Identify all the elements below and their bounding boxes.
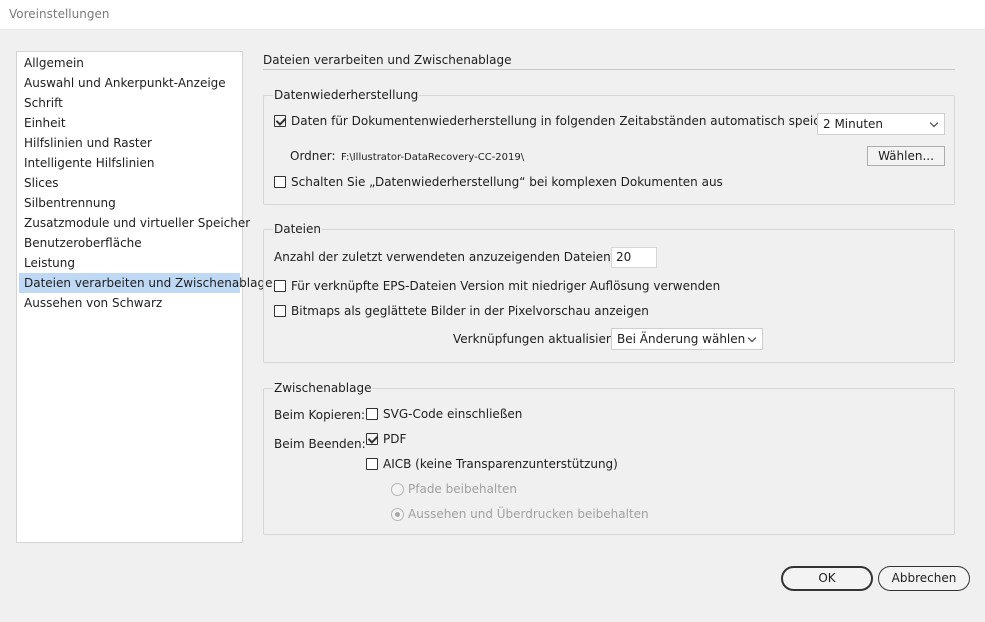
sidebar-item-auswahl[interactable]: Auswahl und Ankerpunkt-Anzeige (19, 73, 240, 93)
update-links-label: Verknüpfungen aktualisieren: (453, 332, 630, 346)
recovery-group-label: Datenwiederherstellung (273, 88, 420, 102)
sidebar-item-dateien[interactable]: Dateien verarbeiten und Zwischenablage (19, 273, 272, 293)
bitmaps-checkbox[interactable] (274, 305, 286, 317)
ok-button[interactable]: OK (781, 566, 873, 591)
complex-docs-checkbox[interactable] (274, 176, 286, 188)
aicb-label: AICB (keine Transparenzunterstützung) (383, 457, 618, 471)
chevron-down-icon (747, 333, 757, 343)
sidebar-item-leistung[interactable]: Leistung (19, 253, 240, 273)
folder-path: F:\Illustrator-DataRecovery-CC-2019\ (341, 152, 525, 163)
interval-select[interactable]: 2 Minuten (817, 113, 945, 135)
window-title: Voreinstellungen (9, 7, 110, 21)
update-links-value: Bei Änderung wählen (617, 332, 746, 346)
bitmaps-label: Bitmaps als geglättete Bilder in der Pix… (291, 304, 649, 318)
pdf-checkbox[interactable] (366, 433, 378, 445)
preserve-paths-radio[interactable] (391, 483, 404, 496)
recent-files-label: Anzahl der zuletzt verwendeten anzuzeige… (274, 250, 656, 264)
title-bar: Voreinstellungen (0, 0, 985, 30)
eps-checkbox[interactable] (274, 280, 286, 292)
sidebar-item-einheit[interactable]: Einheit (19, 113, 240, 133)
pdf-label: PDF (383, 432, 407, 446)
svg-label: SVG-Code einschließen (383, 407, 523, 421)
copy-label: Beim Kopieren: (274, 408, 366, 422)
preserve-appearance-radio[interactable] (391, 508, 404, 521)
preserve-appearance-label: Aussehen und Überdrucken beibehalten (408, 507, 649, 521)
svg-checkbox[interactable] (366, 408, 378, 420)
page-title: Dateien verarbeiten und Zwischenablage (263, 53, 512, 67)
sidebar-item-benutzeroberflaeche[interactable]: Benutzeroberfläche (19, 233, 240, 253)
chevron-down-icon (929, 118, 939, 128)
recovery-group: Datenwiederherstellung Daten für Dokumen… (263, 88, 955, 205)
sidebar-item-slices[interactable]: Slices (19, 173, 240, 193)
recent-files-input[interactable]: 20 (611, 247, 657, 268)
sidebar-item-schrift[interactable]: Schrift (19, 93, 240, 113)
quit-label: Beim Beenden: (274, 437, 366, 451)
sidebar-item-intelligente-hilfslinien[interactable]: Intelligente Hilfslinien (19, 153, 240, 173)
sidebar-item-schwarz[interactable]: Aussehen von Schwarz (19, 293, 240, 313)
sidebar-item-silbentrennung[interactable]: Silbentrennung (19, 193, 240, 213)
clipboard-group: Zwischenablage Beim Kopieren: SVG-Code e… (263, 381, 955, 535)
aicb-checkbox[interactable] (366, 458, 378, 470)
cancel-button[interactable]: Abbrechen (878, 566, 970, 591)
autosave-checkbox[interactable] (274, 115, 286, 127)
interval-value: 2 Minuten (823, 117, 884, 131)
sidebar-item-allgemein[interactable]: Allgemein (19, 53, 240, 73)
sidebar: Allgemein Auswahl und Ankerpunkt-Anzeige… (16, 51, 272, 543)
sidebar-item-zusatzmodule[interactable]: Zusatzmodule und virtueller Speicher (19, 213, 250, 233)
folder-label: Ordner: (290, 149, 336, 163)
title-divider (263, 69, 955, 70)
sidebar-item-hilfslinien[interactable]: Hilfslinien und Raster (19, 133, 240, 153)
choose-folder-button[interactable]: Wählen... (867, 146, 945, 166)
complex-docs-label: Schalten Sie „Datenwiederherstellung“ be… (291, 175, 723, 189)
update-links-select[interactable]: Bei Änderung wählen (611, 328, 763, 350)
clipboard-group-label: Zwischenablage (273, 381, 373, 395)
autosave-label: Daten für Dokumentenwiederherstellung in… (291, 114, 852, 128)
files-group: Dateien Anzahl der zuletzt verwendeten a… (263, 222, 955, 363)
preserve-paths-label: Pfade beibehalten (408, 482, 517, 496)
eps-label: Für verknüpfte EPS-Dateien Version mit n… (291, 279, 721, 293)
files-group-label: Dateien (273, 222, 323, 236)
